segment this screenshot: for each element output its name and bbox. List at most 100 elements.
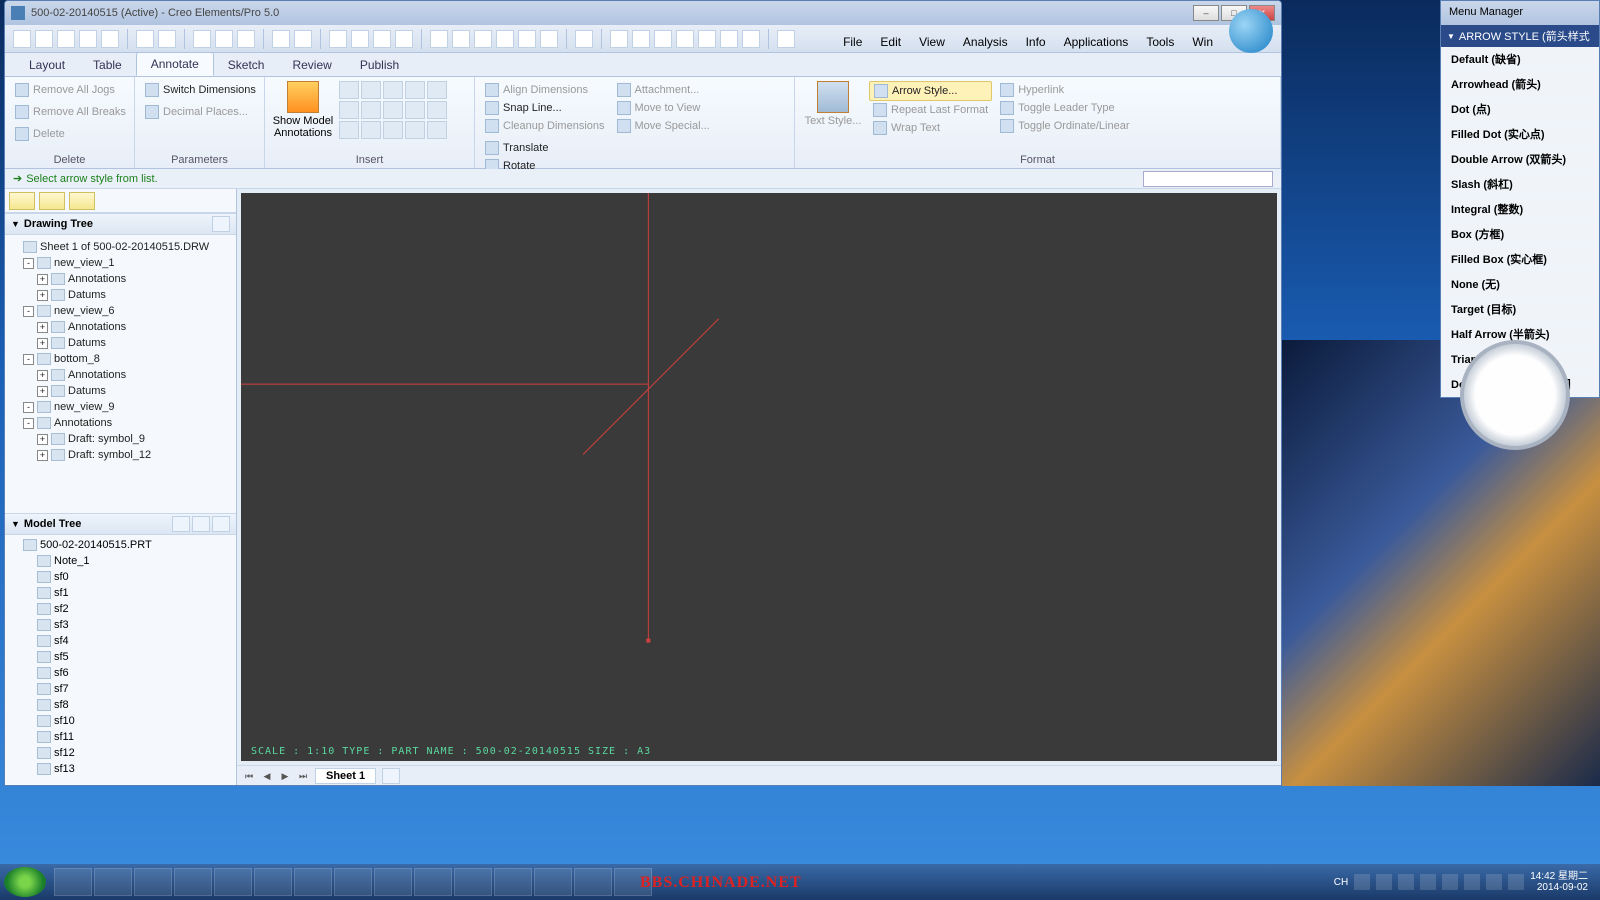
switch-dimensions-button[interactable]: Switch Dimensions — [141, 81, 260, 99]
axis-icon[interactable] — [405, 101, 425, 119]
tree-item[interactable]: sf6 — [7, 665, 234, 681]
task-app8-icon[interactable] — [494, 868, 532, 896]
print-icon[interactable] — [79, 30, 97, 48]
surf-finish-icon[interactable] — [361, 101, 381, 119]
target-icon[interactable] — [405, 121, 425, 139]
tab-annotate[interactable]: Annotate — [136, 52, 214, 76]
decimal-places-button[interactable]: Decimal Places... — [141, 103, 252, 121]
datum-plane-icon[interactable] — [610, 30, 628, 48]
ref-dim-icon[interactable] — [361, 81, 381, 99]
tray-icon-5[interactable] — [1442, 874, 1458, 890]
start-button[interactable] — [4, 867, 46, 897]
tree-item[interactable]: sf13 — [7, 761, 234, 777]
task-app4-icon[interactable] — [334, 868, 372, 896]
modeltree-show-icon[interactable] — [172, 516, 190, 532]
minimize-button[interactable]: – — [1193, 5, 1219, 21]
ord-dim-icon[interactable] — [383, 81, 403, 99]
task-app9-icon[interactable] — [534, 868, 572, 896]
refit-icon[interactable] — [430, 30, 448, 48]
menu-tools[interactable]: Tools — [1138, 31, 1182, 53]
task-app7-icon[interactable] — [454, 868, 492, 896]
toggle-leader-button[interactable]: Toggle Leader Type — [996, 99, 1133, 117]
modeltree-filter-icon[interactable] — [192, 516, 210, 532]
tree-item[interactable]: +Draft: symbol_12 — [7, 447, 234, 463]
task-ie-icon[interactable] — [54, 868, 92, 896]
datum-csys-icon[interactable] — [676, 30, 694, 48]
datum-point-icon[interactable] — [654, 30, 672, 48]
arrow-style-option[interactable]: Arrowhead (箭头) — [1441, 72, 1599, 97]
attachment-button[interactable]: Attachment... — [613, 81, 714, 99]
task-store-icon[interactable] — [174, 868, 212, 896]
tree-item[interactable]: sf10 — [7, 713, 234, 729]
sheet-next-icon[interactable]: ▶ — [279, 770, 291, 782]
model-tree-header[interactable]: ▼Model Tree — [5, 513, 236, 535]
tree-item[interactable]: -bottom_8 — [7, 351, 234, 367]
align-dimensions-button[interactable]: Align Dimensions — [481, 81, 609, 99]
arrow-style-option[interactable]: Dot (点) — [1441, 97, 1599, 122]
model-tree[interactable]: 500-02-20140515.PRTNote_1sf0sf1sf2sf3sf4… — [5, 535, 236, 785]
arrow-style-option[interactable]: None (无) — [1441, 272, 1599, 297]
arrow-style-option[interactable]: Integral (整数) — [1441, 197, 1599, 222]
other-icon[interactable] — [427, 121, 447, 139]
arrow-style-option[interactable]: Slash (斜杠) — [1441, 172, 1599, 197]
copy-icon[interactable] — [215, 30, 233, 48]
help-icon[interactable] — [777, 30, 795, 48]
menu-analysis[interactable]: Analysis — [955, 31, 1016, 53]
tray-clock[interactable]: 14:42 星期二 2014-09-02 — [1530, 871, 1588, 893]
arrow-style-button[interactable]: Arrow Style... — [869, 81, 992, 101]
tree-item[interactable]: +Annotations — [7, 319, 234, 335]
menu-info[interactable]: Info — [1018, 31, 1054, 53]
arrow-style-option[interactable]: Filled Dot (实心点) — [1441, 122, 1599, 147]
tree-item[interactable]: +Datums — [7, 383, 234, 399]
tree-item[interactable]: -new_view_1 — [7, 255, 234, 271]
tree-item[interactable]: sf7 — [7, 681, 234, 697]
translate-button[interactable]: Translate — [481, 139, 552, 157]
task-creo-icon[interactable] — [574, 868, 612, 896]
hyperlink-button[interactable]: Hyperlink — [996, 81, 1133, 99]
task-app3-icon[interactable] — [294, 868, 332, 896]
move-to-view-button[interactable]: Move to View — [613, 99, 714, 117]
tree-settings-icon[interactable] — [212, 216, 230, 232]
tree-tab-icon[interactable] — [9, 192, 35, 210]
tree-item[interactable]: sf3 — [7, 617, 234, 633]
paste-icon[interactable] — [237, 30, 255, 48]
arrow-style-option[interactable]: Default (缺省) — [1441, 47, 1599, 72]
tree-item[interactable]: +Annotations — [7, 367, 234, 383]
redo-icon[interactable] — [158, 30, 176, 48]
display-icon[interactable] — [395, 30, 413, 48]
save-icon[interactable] — [57, 30, 75, 48]
remove-jogs-button[interactable]: Remove All Jogs — [11, 81, 119, 99]
datum-icon[interactable] — [383, 101, 403, 119]
tol-icon[interactable] — [720, 30, 738, 48]
task-app1-icon[interactable] — [214, 868, 252, 896]
menu-edit[interactable]: Edit — [872, 31, 909, 53]
orient-icon[interactable] — [540, 30, 558, 48]
zoom-fit-icon[interactable] — [496, 30, 514, 48]
open-icon[interactable] — [35, 30, 53, 48]
arrow-style-option[interactable]: Target (目标) — [1441, 297, 1599, 322]
sheet-last-icon[interactable]: ⏭ — [297, 770, 309, 782]
cut-icon[interactable] — [193, 30, 211, 48]
model-icon[interactable] — [294, 30, 312, 48]
tree-item[interactable]: sf2 — [7, 601, 234, 617]
repaint-icon[interactable] — [518, 30, 536, 48]
drawing-canvas[interactable]: SCALE : 1:10 TYPE : PART NAME : 500-02-2… — [241, 193, 1277, 761]
tree-item[interactable]: sf5 — [7, 649, 234, 665]
tray-icon-6[interactable] — [1464, 874, 1480, 890]
regen-icon[interactable] — [101, 30, 119, 48]
arrow-style-option[interactable]: Filled Box (实心框) — [1441, 247, 1599, 272]
tab-table[interactable]: Table — [79, 54, 136, 76]
snap-line-button[interactable]: Snap Line... — [481, 99, 609, 117]
tree-item[interactable]: Sheet 1 of 500-02-20140515.DRW — [7, 239, 234, 255]
delete-button[interactable]: Delete — [11, 125, 69, 143]
tab-layout[interactable]: Layout — [15, 54, 79, 76]
task-app2-icon[interactable] — [254, 868, 292, 896]
balloon-icon[interactable] — [427, 101, 447, 119]
tray-network-icon[interactable] — [1486, 874, 1502, 890]
cleanup-dimensions-button[interactable]: Cleanup Dimensions — [481, 117, 609, 135]
new-sheet-icon[interactable] — [382, 768, 400, 784]
arrow-style-option[interactable]: Double Arrow (双箭头) — [1441, 147, 1599, 172]
tree-item[interactable]: -Annotations — [7, 415, 234, 431]
tray-icon-2[interactable] — [1376, 874, 1392, 890]
filter-icon[interactable] — [373, 30, 391, 48]
